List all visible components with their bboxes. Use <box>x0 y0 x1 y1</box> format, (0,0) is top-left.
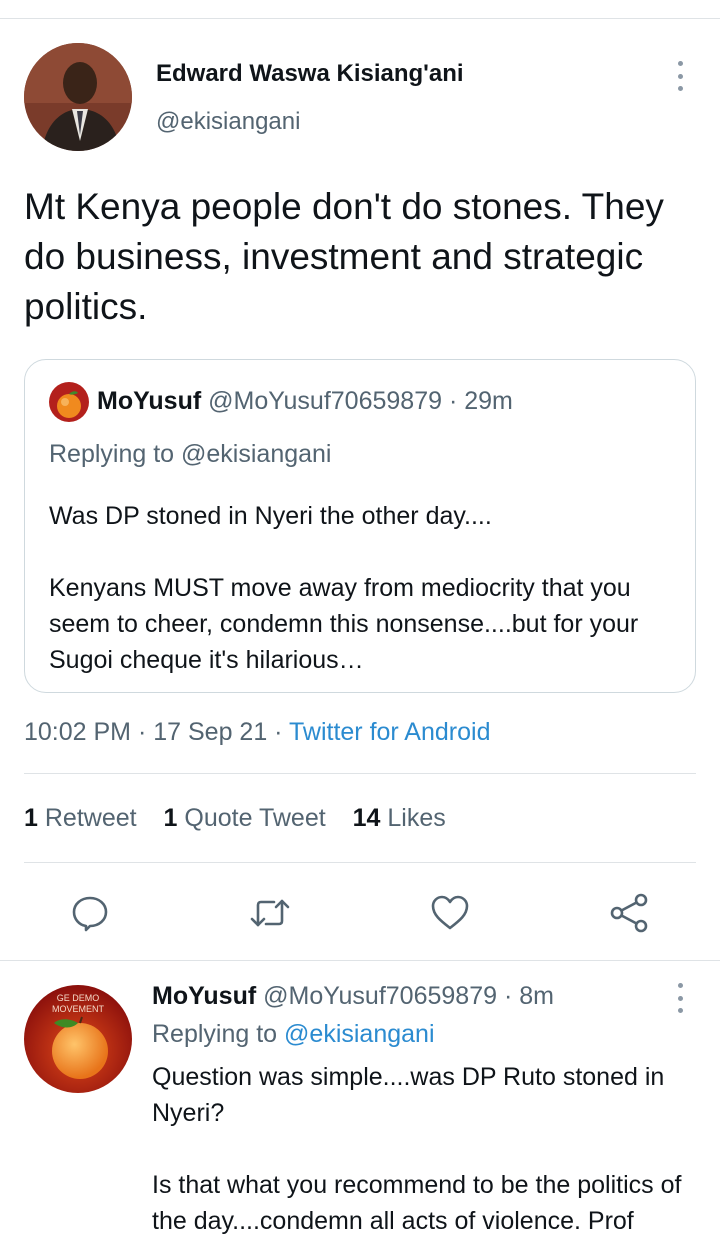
quoted-replying-to: Replying to @ekisiangani <box>49 440 332 468</box>
engagement-stats: 1 Retweet 1 Quote Tweet 14 Likes <box>24 804 466 833</box>
separator-dot: · <box>448 387 465 415</box>
retweet-icon <box>250 899 290 927</box>
top-divider <box>0 18 720 19</box>
replying-prefix: Replying to <box>152 1020 285 1048</box>
quoted-tweet-header: MoYusuf @MoYusuf70659879 · 29m <box>97 387 513 416</box>
tweet-time: 10:02 PM <box>24 718 132 746</box>
avatar-text-line1: GE DEMO <box>57 993 100 1003</box>
thread-divider <box>0 960 720 961</box>
likes-stat[interactable]: 14 Likes <box>353 804 446 832</box>
reply-author-name[interactable]: MoYusuf <box>152 982 256 1010</box>
author-avatar[interactable] <box>24 43 132 151</box>
tweet-meta: 10:02 PM · 17 Sep 21 · Twitter for Andro… <box>24 718 490 747</box>
quoted-author-handle: @MoYusuf70659879 <box>208 387 443 415</box>
replying-mention-link[interactable]: @ekisiangani <box>284 1020 434 1048</box>
reply-author-handle[interactable]: @MoYusuf70659879 <box>263 982 497 1010</box>
separator-dot: · <box>267 718 289 746</box>
like-icon <box>431 895 469 930</box>
share-button[interactable] <box>604 888 654 938</box>
divider <box>24 862 696 863</box>
reply-author-avatar[interactable]: GE DEMO MOVEMENT <box>24 985 132 1093</box>
quoted-author-name: MoYusuf <box>97 387 202 415</box>
reply-button[interactable] <box>65 888 115 938</box>
quotes-label: Quote Tweet <box>184 804 326 832</box>
likes-label: Likes <box>387 804 446 832</box>
quoted-time-ago: 29m <box>464 387 513 415</box>
reply-more-options-icon[interactable] <box>675 983 685 1013</box>
tweet-date: 17 Sep 21 <box>153 718 268 746</box>
likes-count: 14 <box>352 804 381 832</box>
author-handle[interactable]: @ekisiangani <box>156 108 300 136</box>
quoted-author-avatar <box>49 382 89 422</box>
tweet-actions <box>0 888 720 938</box>
quotes-count: 1 <box>163 804 178 832</box>
author-name[interactable]: Edward Waswa Kisiang'ani <box>156 60 464 88</box>
divider <box>24 773 696 774</box>
like-button[interactable] <box>425 888 475 938</box>
reply-time-ago: 8m <box>519 982 554 1010</box>
tweet-text: Mt Kenya people don't do stones. They do… <box>24 186 664 327</box>
quoted-tweet-card[interactable]: MoYusuf @MoYusuf70659879 · 29m Replying … <box>24 359 696 693</box>
retweets-stat[interactable]: 1 Retweet <box>24 804 137 832</box>
avatar-text-line2: MOVEMENT <box>52 1004 105 1014</box>
share-icon <box>610 893 648 933</box>
tweet-source-link[interactable]: Twitter for Android <box>289 718 490 746</box>
retweets-count: 1 <box>24 804 38 832</box>
separator-dot: · <box>131 718 154 746</box>
reply-tweet-header: MoYusuf @MoYusuf70659879 · 8m <box>152 982 554 1011</box>
quoted-tweet-text: Was DP stoned in Nyeri the other day....… <box>49 502 639 674</box>
reply-icon <box>72 896 108 932</box>
reply-replying-to: Replying to @ekisiangani <box>152 1020 435 1049</box>
more-options-icon[interactable] <box>675 61 685 91</box>
retweets-label: Retweet <box>44 804 137 832</box>
separator-dot: · <box>503 982 520 1010</box>
retweet-button[interactable] <box>245 888 295 938</box>
quote-tweets-stat[interactable]: 1 Quote Tweet <box>164 804 326 832</box>
reply-tweet-text: Question was simple....was DP Ruto stone… <box>152 1063 682 1235</box>
